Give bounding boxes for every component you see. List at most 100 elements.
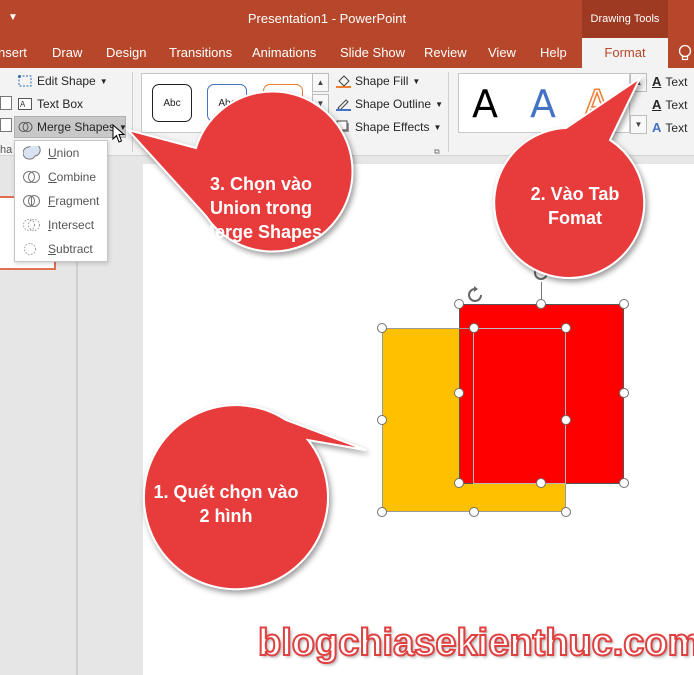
wordart-style-1[interactable]: A (472, 82, 498, 126)
tab-animations[interactable]: Animations (252, 45, 316, 60)
gallery-more-button[interactable]: ▼ (312, 115, 329, 134)
shape-effects-icon (336, 120, 351, 134)
subtract-accel: S (48, 242, 57, 256)
union-accel: U (48, 146, 57, 160)
resize-handle[interactable] (469, 323, 479, 333)
resize-handle[interactable] (561, 415, 571, 425)
fragment-icon (23, 195, 40, 207)
text-effects-button[interactable]: A Text (652, 120, 687, 135)
mouse-cursor-icon (112, 124, 126, 143)
text-fill-label: Text (665, 74, 688, 89)
resize-handle[interactable] (469, 507, 479, 517)
shape-outline-button[interactable]: Shape Outline ▼ (336, 97, 443, 111)
merge-shapes-icon (18, 120, 33, 134)
shape-style-1[interactable]: Abc (152, 84, 192, 122)
callout-step2-text: 2. Vào Tab Fomat (530, 184, 620, 228)
wordart-style-2[interactable]: A (530, 82, 556, 126)
text-fill-icon: A (652, 74, 662, 89)
resize-handle[interactable] (619, 299, 629, 309)
resize-handle[interactable] (561, 323, 571, 333)
shape-style-2[interactable]: Abc (207, 84, 247, 122)
union-label: nion (56, 146, 80, 160)
drawing-tools-label: Drawing Tools (582, 0, 668, 38)
resize-handle[interactable] (454, 478, 464, 488)
fragment-label: ragment (55, 194, 100, 208)
tab-design[interactable]: Design (106, 45, 146, 60)
resize-handle[interactable] (377, 507, 387, 517)
edit-shape-label: Edit Shape (37, 74, 96, 88)
paint-bucket-icon (336, 74, 351, 88)
resize-handle[interactable] (454, 388, 464, 398)
gallery-scroll-down-button[interactable]: ▼ (312, 94, 329, 113)
text-effects-icon: A (652, 120, 662, 135)
menu-item-combine[interactable]: Combine (15, 165, 109, 189)
edit-shape-button[interactable]: Edit Shape ▼ (18, 74, 108, 88)
group-separator (448, 72, 449, 152)
merge-shapes-menu: Union Combine Fragment Intersect Subtrac… (14, 140, 108, 262)
lightbulb-icon[interactable] (678, 44, 694, 62)
left-checkbox-2[interactable] (0, 118, 12, 132)
shape-effects-label: Shape Effects (355, 120, 430, 134)
tab-transitions[interactable]: Transitions (169, 45, 232, 60)
tab-review[interactable]: Review (424, 45, 467, 60)
edit-shape-icon (18, 74, 33, 88)
shape-style-3[interactable]: Abc (263, 84, 303, 122)
menu-item-subtract[interactable]: Subtract (15, 237, 109, 261)
intersect-label: ntersect (51, 218, 95, 232)
rotate-handle-icon[interactable] (530, 262, 552, 284)
tab-format[interactable]: Format (582, 38, 668, 68)
resize-handle[interactable] (377, 323, 387, 333)
shape-outline-label: Shape Outline (355, 97, 432, 111)
chevron-down-icon: ▼ (99, 76, 108, 86)
gallery-scroll-up-button[interactable]: ▲ (312, 73, 329, 92)
tab-insert[interactable]: nsert (0, 45, 27, 60)
text-fill-button[interactable]: A Text (652, 74, 687, 89)
inner-selection-frame (473, 328, 566, 484)
callout-step1-text: 1. Quét chọn vào 2 hình (153, 482, 299, 526)
chevron-down-icon: ▼ (412, 76, 421, 86)
wordart-style-3[interactable]: A (583, 81, 611, 127)
shape-styles-group-label: es (300, 144, 312, 156)
tab-draw[interactable]: Draw (52, 45, 82, 60)
text-box-icon: A (18, 97, 33, 111)
resize-handle[interactable] (619, 388, 629, 398)
svg-text:A: A (20, 100, 26, 109)
merge-shapes-label: Merge Shapes (37, 120, 116, 134)
chevron-down-icon: ▼ (433, 122, 442, 132)
shape-effects-button[interactable]: Shape Effects ▼ (336, 120, 441, 134)
wordart-more-button[interactable]: ▼ (630, 115, 647, 134)
menu-item-intersect[interactable]: Intersect (15, 213, 109, 237)
shape-fill-button[interactable]: Shape Fill ▼ (336, 74, 420, 88)
text-outline-label: Text (665, 97, 688, 112)
resize-handle[interactable] (561, 507, 571, 517)
wordart-scroll-up-button[interactable]: ▲ (630, 73, 647, 92)
resize-handle[interactable] (619, 478, 629, 488)
ribbon-tab-bar: nsert Draw Design Transitions Animations… (0, 38, 694, 68)
menu-item-union[interactable]: Union (15, 141, 109, 165)
resize-handle[interactable] (377, 415, 387, 425)
text-outline-button[interactable]: A Text (652, 97, 687, 112)
union-icon (23, 146, 41, 160)
intersect-icon (23, 219, 40, 231)
text-box-button[interactable]: A Text Box (18, 97, 83, 111)
resize-handle[interactable] (536, 478, 546, 488)
callout-step3-text: 3. Chọn vào Union trong Merge Shapes (199, 174, 323, 242)
left-checkbox-1[interactable] (0, 96, 12, 110)
insert-shapes-group-label: ha (0, 144, 13, 156)
shape-fill-label: Shape Fill (355, 74, 409, 88)
combine-icon (23, 171, 40, 183)
text-outline-icon: A (652, 97, 662, 112)
menu-item-fragment[interactable]: Fragment (15, 189, 109, 213)
rotate-handle-icon[interactable] (464, 284, 486, 306)
resize-handle[interactable] (536, 299, 546, 309)
tab-slide-show[interactable]: Slide Show (340, 45, 405, 60)
merge-shapes-button[interactable]: Merge Shapes ▼ (18, 120, 127, 134)
combine-label: ombine (56, 170, 97, 184)
subtract-icon (24, 243, 36, 255)
tab-view[interactable]: View (488, 45, 516, 60)
title-bar: ▼ Presentation1 - PowerPoint Drawing Too… (0, 0, 694, 38)
subtract-label: ubtract (56, 242, 93, 256)
tab-help[interactable]: Help (540, 45, 567, 60)
combine-accel: C (48, 170, 57, 184)
resize-handle[interactable] (454, 299, 464, 309)
